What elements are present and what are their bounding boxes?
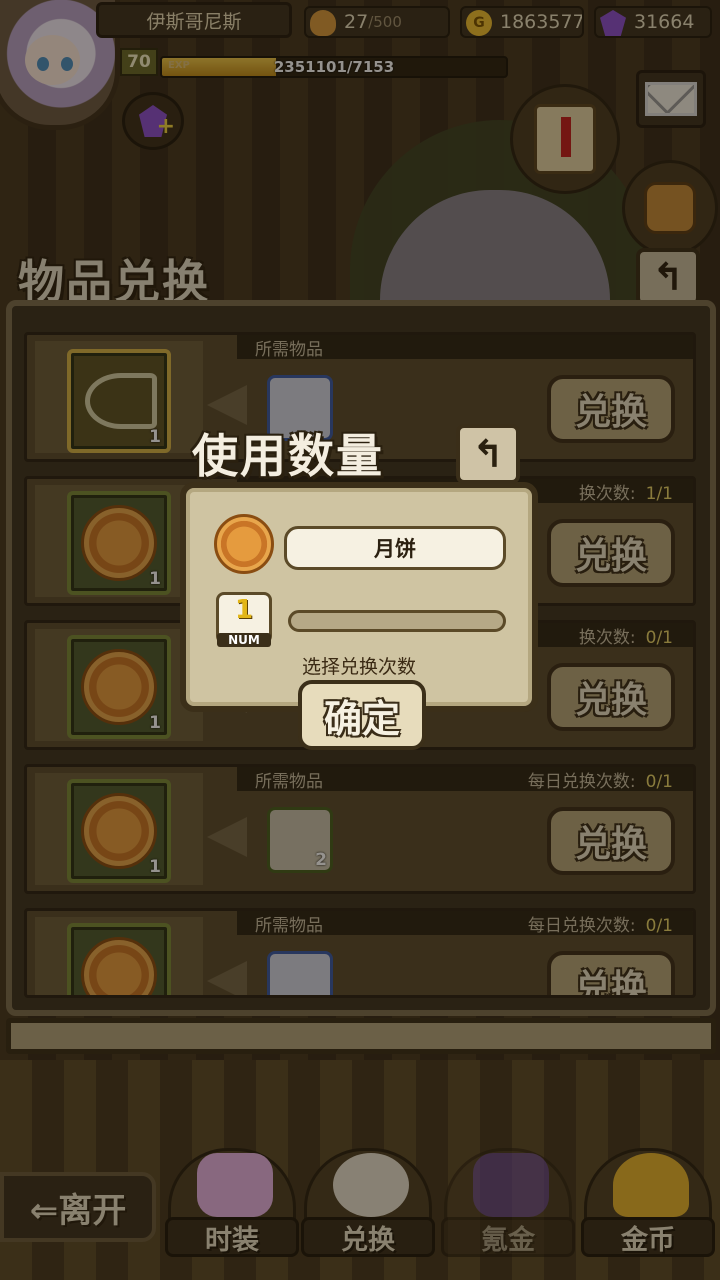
quantity-display: 1 NUM xyxy=(216,592,272,647)
quantity-tag: NUM xyxy=(217,633,271,647)
item-name-field: 月饼 xyxy=(284,526,506,570)
mooncake-icon xyxy=(214,514,274,574)
dialog-hint: 选择兑换次数 xyxy=(301,656,416,678)
quantity-value: 1 xyxy=(234,595,254,625)
dialog-close-button[interactable]: ↰ xyxy=(456,424,520,484)
dialog-title: 使用数量 xyxy=(192,429,384,483)
quantity-dialog: 月饼 1 NUM 选择兑换次数 xyxy=(180,482,538,712)
confirm-button[interactable]: 确定 xyxy=(298,680,426,750)
quantity-slider[interactable] xyxy=(288,610,506,632)
